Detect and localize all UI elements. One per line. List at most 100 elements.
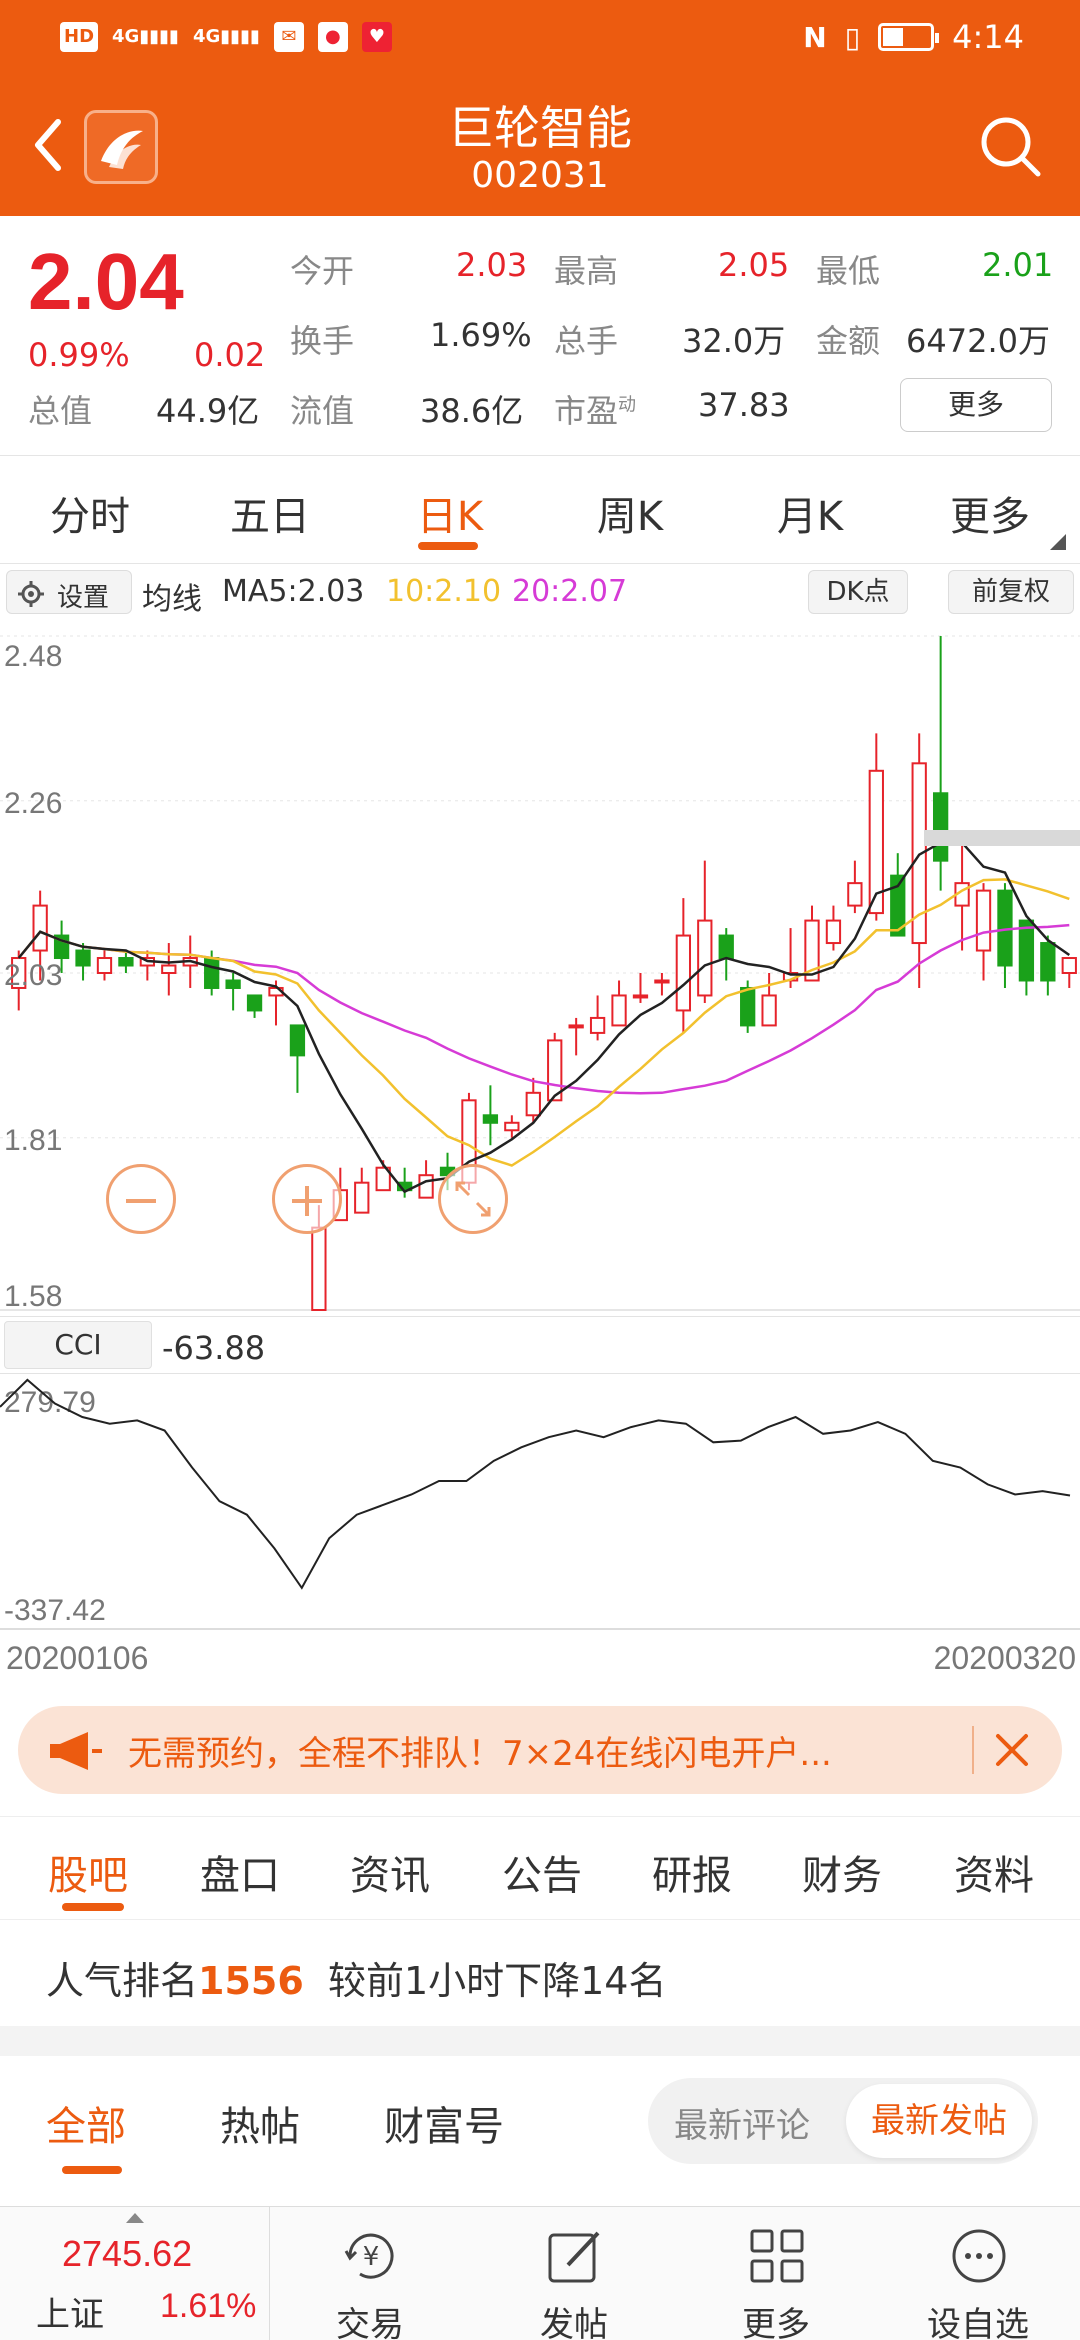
tab-five-day[interactable]: 五日: [200, 484, 340, 542]
sort-latest-comment[interactable]: 最新评论: [674, 2098, 810, 2147]
trade-button[interactable]: ¥ 交易: [270, 2207, 470, 2340]
index-ticker[interactable]: 2745.62 上证 1.61%: [0, 2207, 270, 2340]
megaphone-icon: [50, 1732, 102, 1770]
close-icon[interactable]: [994, 1732, 1030, 1768]
candle-down: [482, 1114, 499, 1124]
low-value: 2.01: [982, 246, 1054, 284]
candle-down: [1018, 919, 1035, 982]
zoom-in-button[interactable]: [272, 1164, 342, 1234]
filter-fortune[interactable]: 财富号: [384, 2094, 504, 2152]
tab-daily-k[interactable]: 日K: [380, 484, 520, 542]
stock-code: 002031: [471, 155, 609, 196]
svg-text:¥: ¥: [363, 2242, 380, 2272]
candle-up: [847, 882, 863, 907]
tab-research[interactable]: 研报: [652, 1843, 732, 1901]
cci-chart[interactable]: 279.79 -337.42: [0, 1374, 1080, 1630]
search-icon[interactable]: [976, 112, 1046, 182]
turnover-value: 1.69%: [430, 316, 532, 354]
more-button[interactable]: 更多: [676, 2207, 876, 2340]
chart-settings-button[interactable]: 设置: [6, 570, 132, 614]
candle-up: [504, 1121, 520, 1132]
tab-more[interactable]: 更多: [920, 484, 1060, 542]
hd-icon: HD: [60, 22, 99, 52]
tab-finance[interactable]: 财务: [802, 1843, 882, 1901]
y-tick-label: 2.03: [4, 959, 62, 992]
candle-down: [204, 957, 220, 989]
pe-label: 市盈动: [554, 392, 637, 430]
tab-news[interactable]: 资讯: [350, 1843, 430, 1901]
vibrate-icon: ▯: [844, 20, 861, 54]
float-cap-label: 流值: [290, 392, 355, 430]
candle-down: [246, 994, 263, 1012]
y-axis-labels: 2.48 2.26 2.03 1.81 1.58: [4, 640, 62, 1313]
sort-segment: 最新评论 最新发帖: [648, 2078, 1038, 2164]
tab-pankou[interactable]: 盘口: [200, 1843, 280, 1901]
more-dots-icon: [952, 2229, 1006, 2283]
ma5-value: MA5:2.03: [222, 574, 365, 609]
candle-up: [975, 889, 992, 952]
banner-divider: [972, 1726, 974, 1774]
sort-latest-post[interactable]: 最新发帖: [846, 2084, 1032, 2158]
filter-indicator: [62, 2166, 122, 2174]
post-filter: 全部 热帖 财富号 最新评论 最新发帖: [0, 2056, 1080, 2206]
start-date: 20200106: [6, 1640, 149, 1676]
candle-up: [311, 1226, 327, 1311]
candle-up: [825, 919, 842, 945]
gear-icon: [18, 581, 44, 607]
index-name: 上证: [36, 2295, 104, 2335]
candle-down: [289, 1024, 306, 1057]
ma-label: 均线: [142, 582, 202, 617]
turnover-label: 换手: [290, 322, 355, 360]
filter-hot[interactable]: 热帖: [220, 2094, 300, 2152]
tab-guba[interactable]: 股吧: [48, 1843, 128, 1901]
fullscreen-button[interactable]: [438, 1164, 508, 1234]
candle-up: [675, 934, 692, 1012]
candle-down: [932, 792, 949, 862]
cci-indicator-button[interactable]: CCI: [4, 1321, 152, 1369]
promo-banner[interactable]: 无需预约，全程不排队！7×24在线闪电开户...: [18, 1706, 1062, 1794]
high-value: 2.05: [718, 246, 790, 284]
candle-up: [418, 1174, 434, 1199]
add-watchlist-button[interactable]: 设自选: [878, 2207, 1078, 2340]
change-percent: 0.99%: [28, 336, 130, 374]
tab-profile[interactable]: 资料: [954, 1843, 1034, 1901]
popularity-rank: 人气排名1556 较前1小时下降14名: [46, 1959, 667, 2003]
zoom-out-button[interactable]: [106, 1164, 176, 1234]
index-change: 1.61%: [160, 2287, 257, 2325]
y-tick-label: 1.58: [4, 1280, 62, 1313]
settings-label: 设置: [57, 583, 110, 613]
stock-name: 巨轮智能: [448, 101, 632, 155]
current-price: 2.04: [28, 237, 184, 326]
candle-up: [611, 994, 627, 1027]
ma20-value: 20:2.07: [512, 574, 628, 609]
expand-icon: [455, 1181, 491, 1217]
cci-max-label: 279.79: [4, 1386, 96, 1419]
grid-icon: [750, 2229, 804, 2283]
quote-panel: 2.04 0.99% 0.02 今开 2.03 最高 2.05 最低 2.01 …: [0, 216, 1080, 456]
post-button[interactable]: 发帖: [474, 2207, 674, 2340]
section-gap: [0, 2026, 1080, 2056]
price-marker: [924, 830, 1080, 846]
wechat-icon: ✉: [273, 22, 304, 52]
low-label: 最低: [816, 252, 881, 290]
candle-up: [525, 1091, 541, 1117]
tab-monthly-k[interactable]: 月K: [740, 484, 880, 542]
market-cap-value: 44.9亿: [156, 392, 260, 430]
adjust-price-button[interactable]: 前复权: [948, 570, 1074, 614]
candle-down: [225, 979, 241, 989]
dk-point-button[interactable]: DK点: [808, 570, 908, 614]
high-label: 最高: [554, 252, 619, 290]
amount-label: 金额: [816, 322, 881, 360]
change-amount: 0.02: [194, 336, 266, 374]
filter-all[interactable]: 全部: [46, 2094, 126, 2152]
more-quote-button[interactable]: 更多: [900, 378, 1052, 432]
tab-announcements[interactable]: 公告: [502, 1843, 582, 1901]
tab-intraday[interactable]: 分时: [20, 484, 160, 542]
candle-down: [718, 934, 734, 960]
open-value: 2.03: [456, 246, 528, 284]
banner-text: 无需预约，全程不排队！7×24在线闪电开户...: [128, 1734, 832, 1774]
app-header: HD 4G▮▮▮▮ 4G▮▮▮▮ ✉ ● ♥ N ▯ 4:14 巨轮智能 002…: [0, 0, 1080, 216]
float-cap-value: 38.6亿: [420, 392, 524, 430]
tab-weekly-k[interactable]: 周K: [560, 484, 700, 542]
end-date: 20200320: [933, 1640, 1076, 1676]
